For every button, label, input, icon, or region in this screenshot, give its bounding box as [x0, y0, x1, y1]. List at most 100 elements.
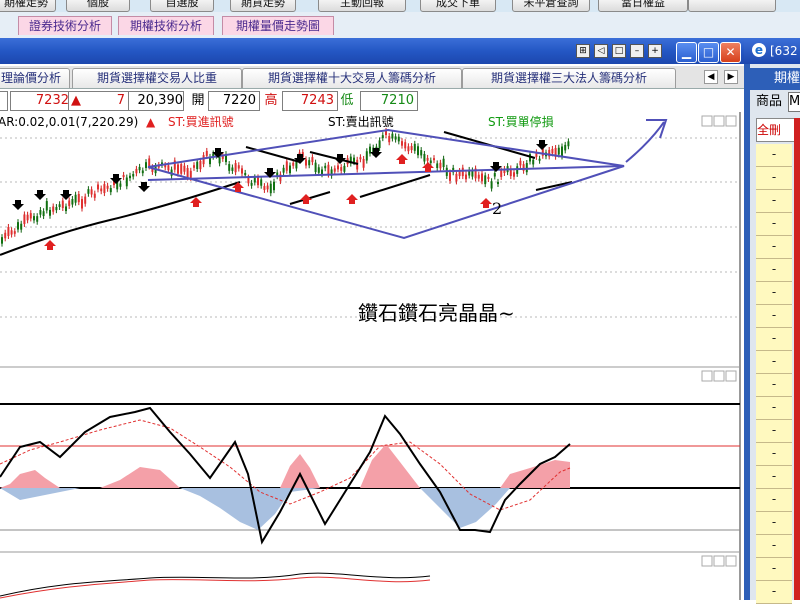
- candle-body: [39, 210, 42, 215]
- quote-dropdown[interactable]: [0, 91, 8, 111]
- order-row[interactable]: -: [756, 397, 792, 420]
- candle-body: [97, 184, 99, 190]
- side-panel-header: 期權: [750, 68, 800, 90]
- toolbar-button-7[interactable]: 未平倉查詢: [512, 0, 590, 12]
- candle-body: [13, 231, 16, 234]
- panel2-close-icon[interactable]: [725, 370, 737, 382]
- quote-volume: 20,390: [128, 91, 184, 111]
- order-row[interactable]: -: [756, 167, 792, 190]
- candle-body: [429, 160, 432, 164]
- order-row[interactable]: -: [756, 512, 792, 535]
- candle-body: [7, 226, 10, 237]
- order-row[interactable]: -: [756, 305, 792, 328]
- candle-body: [23, 214, 26, 224]
- tab-top10-traders[interactable]: 期貨選擇權十大交易人籌碼分析: [242, 68, 462, 88]
- product-input[interactable]: M: [788, 92, 800, 112]
- tile-icon[interactable]: ⊞: [576, 44, 590, 58]
- quote-low-value: 7210: [380, 93, 414, 108]
- tab-options-analysis[interactable]: 期權技術分析: [118, 16, 214, 35]
- candle-body: [253, 177, 256, 183]
- diamond-annotation: 鑽石鑽石亮晶晶~: [358, 301, 515, 325]
- maximize-button[interactable]: □: [698, 42, 719, 63]
- candle-body: [61, 200, 64, 209]
- order-row[interactable]: -: [756, 558, 792, 581]
- order-row[interactable]: -: [756, 213, 792, 236]
- toolbar-button-8[interactable]: 當日權益: [598, 0, 688, 12]
- delete-all-button[interactable]: 全刪: [756, 118, 796, 142]
- candle-body: [407, 146, 410, 152]
- order-row[interactable]: -: [756, 236, 792, 259]
- side-red-bar: [794, 118, 800, 600]
- candle-body: [4, 232, 7, 239]
- order-row[interactable]: -: [756, 351, 792, 374]
- side-panel-title-bar: e [632: [744, 38, 800, 64]
- order-row[interactable]: -: [756, 420, 792, 443]
- back-icon[interactable]: ◁: [594, 44, 608, 58]
- tab-theoretical-price[interactable]: 理論價分析: [0, 68, 70, 88]
- low-label: 低: [340, 93, 354, 108]
- panel3-expand-icon[interactable]: [713, 555, 725, 567]
- candle-body: [404, 142, 407, 149]
- zoom-in-icon[interactable]: +: [648, 44, 662, 58]
- restore-small-icon[interactable]: □: [612, 44, 626, 58]
- order-row[interactable]: -: [756, 190, 792, 213]
- toolbar-button-6[interactable]: 成交下單: [420, 0, 496, 12]
- chart-area[interactable]: AR:0.02,0.01(7,220.29) ▲ ST:買進訊號 ST:賣出訊號…: [0, 112, 744, 600]
- candle-body: [513, 172, 515, 177]
- order-row[interactable]: -: [756, 144, 792, 167]
- candle-body: [282, 167, 285, 173]
- toolbar-button-5[interactable]: 主動回報: [318, 0, 406, 12]
- order-row[interactable]: -: [756, 328, 792, 351]
- candle-body: [71, 199, 74, 205]
- panel2-expand-icon[interactable]: [713, 370, 725, 382]
- toolbar-button-3[interactable]: 自選股: [150, 0, 214, 12]
- toolbar-button-2[interactable]: 個股: [66, 0, 130, 12]
- candle-body: [285, 161, 288, 171]
- order-row[interactable]: -: [756, 466, 792, 489]
- order-row[interactable]: -: [756, 259, 792, 282]
- tab-securities-analysis[interactable]: 證券技術分析: [18, 16, 112, 35]
- candle-body: [317, 167, 320, 173]
- panel3-collapse-icon[interactable]: [701, 555, 713, 567]
- panel-collapse-icon[interactable]: [701, 115, 713, 127]
- candle-body: [186, 168, 189, 178]
- quote-high: 7243: [282, 91, 338, 111]
- order-row[interactable]: -: [756, 535, 792, 558]
- candle-body: [84, 196, 87, 204]
- candle-body: [532, 159, 535, 165]
- zoom-out-icon[interactable]: –: [630, 44, 644, 58]
- candle-body: [391, 133, 394, 139]
- tab-trader-ratio[interactable]: 期貨選擇權交易人比重: [72, 68, 242, 88]
- order-row[interactable]: -: [756, 581, 792, 604]
- tab-scroll-left-icon[interactable]: ◀: [704, 70, 718, 84]
- close-button[interactable]: ✕: [720, 42, 741, 63]
- candle-body: [199, 160, 202, 170]
- tab-scroll-right-icon[interactable]: ▶: [724, 70, 738, 84]
- side-panel-title: [632: [770, 44, 798, 58]
- candle-body: [103, 184, 106, 194]
- change-arrow-icon: ▲: [71, 93, 81, 108]
- candle-body: [567, 141, 570, 147]
- order-row[interactable]: -: [756, 282, 792, 305]
- panel-close-icon[interactable]: [725, 115, 737, 127]
- panel2-collapse-icon[interactable]: [701, 370, 713, 382]
- panel-expand-icon[interactable]: [713, 115, 725, 127]
- candle-body: [74, 194, 77, 203]
- toolbar-button-9[interactable]: [688, 0, 776, 12]
- candle-body: [183, 165, 186, 172]
- tab-options-volume-price[interactable]: 期權量價走勢圖: [222, 16, 334, 35]
- candle-body: [308, 160, 311, 166]
- candle-body: [237, 165, 240, 169]
- candle-body: [244, 172, 247, 176]
- candle-body: [257, 177, 259, 186]
- order-row[interactable]: -: [756, 489, 792, 512]
- candle-body: [17, 222, 19, 230]
- panel3-close-icon[interactable]: [725, 555, 737, 567]
- toolbar-button-4[interactable]: 期貨走勢: [230, 0, 296, 12]
- order-row[interactable]: -: [756, 443, 792, 466]
- candle-body: [493, 173, 496, 177]
- toolbar-button-1[interactable]: 期權走勢: [0, 0, 56, 12]
- order-row[interactable]: -: [756, 374, 792, 397]
- minimize-button[interactable]: ▁: [676, 42, 697, 63]
- tab-institutional[interactable]: 期貨選擇權三大法人籌碼分析: [462, 68, 676, 88]
